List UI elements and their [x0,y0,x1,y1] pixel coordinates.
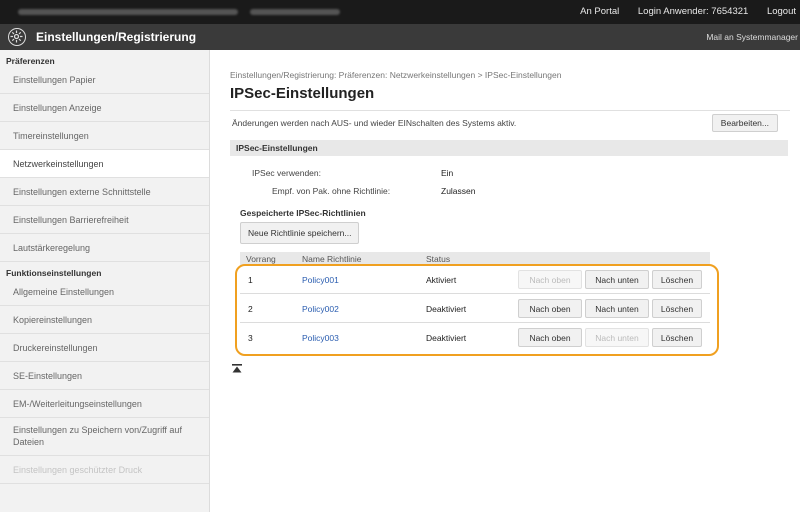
sidebar-item-general[interactable]: Allgemeine Einstellungen [0,278,209,306]
breadcrumb: Einstellungen/Registrierung: Präferenzen… [230,70,562,80]
restart-notice: Änderungen werden nach AUS- und wieder E… [232,118,517,128]
sidebar-section-functions: Funktionseinstellungen [6,268,102,278]
login-user: Login Anwender: 7654321 [637,6,749,17]
sidebar-item-secure-print[interactable]: Einstellungen geschützter Druck [0,456,209,484]
sidebar-item-timer[interactable]: Timereinstellungen [0,122,209,150]
column-policy-name: Name Richtlinie [302,254,362,264]
sidebar-item-external-interface[interactable]: Einstellungen externe Schnittstelle [0,178,209,206]
main-content: Einstellungen/Registrierung: Präferenzen… [210,50,800,512]
saved-policies-title: Gespeicherte IPSec-Richtlinien [240,208,366,218]
portal-link[interactable]: An Portal [580,6,619,17]
header-links: An Portal Login Anwender: 7654321 Logout [564,6,796,17]
notice-row: Änderungen werden nach AUS- und wieder E… [230,110,790,134]
sidebar-item-network[interactable]: Netzwerkeinstellungen [0,150,209,178]
receive-policy-value: Zulassen [441,186,476,196]
blurred-header-text [18,9,238,15]
blurred-header-text [250,9,340,15]
sidebar: Präferenzen Einstellungen Papier Einstel… [0,50,210,512]
settings-logo-icon [8,28,26,46]
sidebar-item-volume[interactable]: Lautstärkeregelung [0,234,209,262]
sidebar-item-display[interactable]: Einstellungen Anzeige [0,94,209,122]
sidebar-item-paper[interactable]: Einstellungen Papier [0,66,209,94]
column-status: Status [426,254,451,264]
sidebar-item-forwarding[interactable]: EM-/Weiterleitungseinstellungen [0,390,209,418]
receive-policy-label: Empf. von Pak. ohne Richtlinie: [272,186,391,196]
use-ipsec-label: IPSec verwenden: [252,168,321,178]
top-bar: An Portal Login Anwender: 7654321 Logout [0,0,800,24]
sidebar-item-printer[interactable]: Druckereinstellungen [0,334,209,362]
sidebar-item-accessibility[interactable]: Einstellungen Barrierefreiheit [0,206,209,234]
logout-link[interactable]: Logout [767,6,796,17]
sidebar-section-preferences: Präferenzen [6,56,55,66]
page-title: IPSec-Einstellungen [230,85,375,102]
mail-admin-link[interactable]: Mail an Systemmanager [706,32,798,42]
use-ipsec-value: Ein [441,168,454,178]
sidebar-item-se[interactable]: SE-Einstellungen [0,362,209,390]
highlight-frame [235,264,719,356]
scroll-to-top-icon[interactable] [232,364,242,374]
title-bar: Einstellungen/Registrierung Mail an Syst… [0,24,800,50]
section-title: IPSec-Einstellungen [230,140,788,156]
save-new-policy-button[interactable]: Neue Richtlinie speichern... [240,222,360,244]
sidebar-item-file-access[interactable]: Einstellungen zu Speichern von/Zugriff a… [0,418,209,456]
sidebar-item-copy[interactable]: Kopiereinstellungen [0,306,209,334]
edit-button[interactable]: Bearbeiten... [711,114,778,132]
column-priority: Vorrang [246,254,276,264]
app-title: Einstellungen/Registrierung [36,30,197,44]
